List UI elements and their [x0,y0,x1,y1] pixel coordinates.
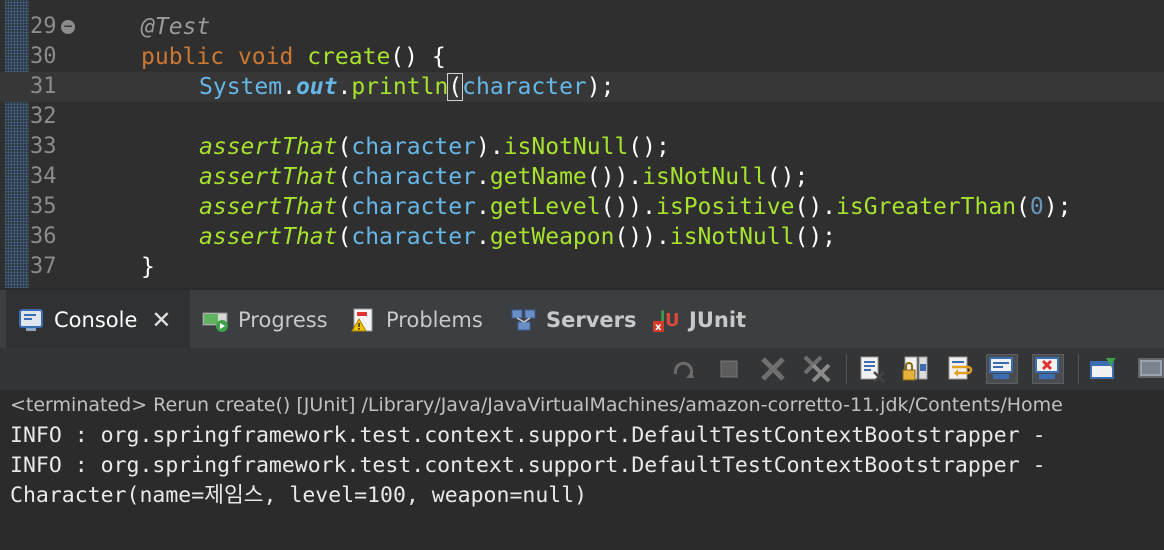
clear-console-icon[interactable] [856,354,888,384]
line-number: 34 [30,164,57,189]
line-number: 31 [30,74,57,99]
line-number: 30 [30,44,57,69]
code-editor[interactable]: 28 29 − @Test 30 public void create() { … [0,0,1164,288]
collapse-fold-icon[interactable]: − [61,20,75,34]
line-number: 28 [30,0,64,8]
code-line[interactable]: 33 assertThat(character).isNotNull(); [0,132,1164,162]
tab-progress-label: Progress [238,308,328,332]
code-text: System.out.println(character); [199,73,615,101]
line-number: 37 [30,254,57,279]
view-tab-bar: Console ✕ Progress Problems Servers UJx … [0,288,1164,350]
code-line[interactable]: 29 − @Test [0,12,1164,42]
code-text: assertThat(character.getWeapon()).isNotN… [199,224,837,250]
remove-launch-icon[interactable] [757,354,789,384]
stop-icon[interactable] [713,354,745,384]
problems-icon [350,307,378,333]
line-number: 33 [30,134,57,159]
code-text: @Test [141,14,211,40]
line-number: 36 [30,224,57,249]
line-number: 35 [30,194,57,219]
close-icon[interactable]: ✕ [151,306,171,334]
matching-bracket: ( [447,73,464,101]
console-icon [18,307,46,333]
code-line[interactable]: 37 } [0,252,1164,282]
code-line[interactable]: 35 assertThat(character.getLevel()).isPo… [0,192,1164,222]
tab-servers[interactable]: Servers [510,290,637,350]
progress-icon [202,307,230,333]
toolbar-separator [1078,354,1079,384]
console-line: Character(name=제임스, level=100, weapon=nu… [10,483,588,508]
code-line[interactable]: 34 assertThat(character.getName()).isNot… [0,162,1164,192]
pin-console-icon[interactable] [1088,354,1120,384]
tab-progress[interactable]: Progress [202,290,328,350]
console-toolbar [0,348,1164,390]
console-output[interactable]: <terminated> Rerun create() [JUnit] /Lib… [0,390,1164,550]
svg-text:U: U [665,310,680,331]
tab-servers-label: Servers [546,308,637,332]
tab-console[interactable]: Console ✕ [6,290,190,350]
show-on-stdout-icon[interactable] [986,354,1018,384]
code-line[interactable]: 30 public void create() { [0,42,1164,72]
tab-junit[interactable]: UJx JUnit [653,290,746,350]
code-line-current[interactable]: 31 System.out.println(character); [0,72,1164,102]
display-console-icon[interactable] [1136,354,1164,384]
code-text: assertThat(character.getName()).isNotNul… [199,164,809,190]
scroll-lock-icon[interactable] [900,354,932,384]
tab-console-label: Console [54,308,138,332]
console-line: INFO : org.springframework.test.context.… [10,423,1059,448]
servers-icon [510,307,538,333]
code-text: assertThat(character).isNotNull(); [199,134,670,160]
code-line[interactable]: 28 [0,0,1164,8]
console-status: <terminated> Rerun create() [JUnit] /Lib… [10,394,1063,416]
code-text: public void create() { [141,44,446,70]
tab-problems[interactable]: Problems [350,290,483,350]
line-number: 29 [30,14,57,39]
code-text: } [141,254,155,280]
code-text: assertThat(character.getLevel()).isPosit… [199,194,1072,220]
show-on-stderr-icon[interactable] [1032,354,1064,384]
svg-text:x: x [655,322,662,333]
code-line[interactable]: 32 [0,102,1164,132]
word-wrap-icon[interactable] [944,354,976,384]
junit-icon: UJx [653,307,681,333]
console-line: INFO : org.springframework.test.context.… [10,453,1059,478]
tab-junit-label: JUnit [689,308,747,332]
tab-problems-label: Problems [386,308,483,332]
terminate-relaunch-icon[interactable] [668,354,700,384]
remove-all-terminated-icon[interactable] [801,354,833,384]
code-line[interactable]: 36 assertThat(character.getWeapon()).isN… [0,222,1164,252]
toolbar-separator [846,354,847,384]
line-number: 32 [30,104,57,129]
